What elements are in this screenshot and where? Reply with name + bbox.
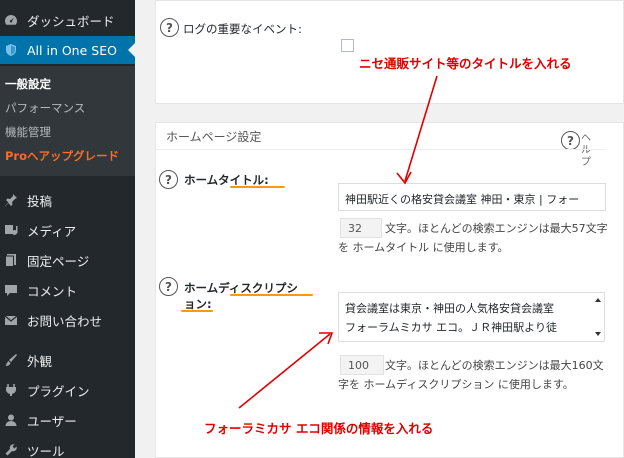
sidebar-item-label: All in One SEO <box>27 42 117 58</box>
submenu-item-upgrade-pro[interactable]: Proへアップグレード <box>5 148 119 164</box>
arrow-to-title <box>396 75 438 185</box>
plugin-icon <box>4 383 18 397</box>
sidebar-item-label: ダッシュボード <box>27 13 115 29</box>
mail-icon <box>4 313 18 327</box>
sidebar-item-label: メディア <box>27 223 77 239</box>
seo-submenu: 一般設定 パフォーマンス 機能管理 Proへアップグレード <box>0 66 135 176</box>
sidebar-item-label: 固定ページ <box>27 253 90 269</box>
shield-icon <box>4 43 18 57</box>
sidebar-item-appearance[interactable]: 外観 <box>0 346 135 374</box>
sidebar-item-all-in-one-seo[interactable]: All in One SEO <box>0 36 135 64</box>
page-icon <box>4 253 18 267</box>
submenu-item-feature-manager[interactable]: 機能管理 <box>5 124 51 140</box>
sidebar-item-label: 外観 <box>27 353 53 369</box>
sidebar-item-users[interactable]: ユーザー <box>0 406 135 434</box>
sidebar-item-posts[interactable]: 投稿 <box>0 186 135 214</box>
sidebar-item-label: ツール <box>27 443 65 458</box>
main-content: ? ログの重要なイベント: ホームページ設定 ? ヘルプ ? ホームタイトル: … <box>135 0 624 458</box>
user-icon <box>4 413 18 427</box>
sidebar-item-label: お問い合わせ <box>27 313 103 329</box>
sidebar-item-dashboard[interactable]: ダッシュボード <box>0 6 135 34</box>
arrow-to-description <box>238 332 334 409</box>
sidebar-item-tools[interactable]: ツール <box>0 436 135 458</box>
brush-icon <box>4 353 18 367</box>
submenu-item-general-settings[interactable]: 一般設定 <box>5 76 51 92</box>
sidebar-item-label: コメント <box>27 283 78 299</box>
dashboard-icon <box>4 13 18 27</box>
pin-icon <box>4 193 18 207</box>
sidebar-item-pages[interactable]: 固定ページ <box>0 246 135 274</box>
admin-sidebar: ダッシュボード All in One SEO 一般設定 パフォーマンス 機能管理… <box>0 0 135 458</box>
sidebar-item-plugins[interactable]: プラグイン <box>0 376 135 404</box>
sidebar-item-label: 投稿 <box>27 193 53 209</box>
submenu-item-performance[interactable]: パフォーマンス <box>5 100 85 116</box>
sidebar-item-contact[interactable]: お問い合わせ <box>0 306 135 334</box>
sidebar-item-label: プラグイン <box>27 383 90 399</box>
sidebar-item-media[interactable]: メディア <box>0 216 135 244</box>
sidebar-item-comments[interactable]: コメント <box>0 276 135 304</box>
wrench-icon <box>4 443 18 457</box>
sidebar-item-label: ユーザー <box>27 413 77 429</box>
annotation-arrows <box>238 75 438 409</box>
media-icon <box>4 223 18 237</box>
comment-icon <box>4 283 18 297</box>
